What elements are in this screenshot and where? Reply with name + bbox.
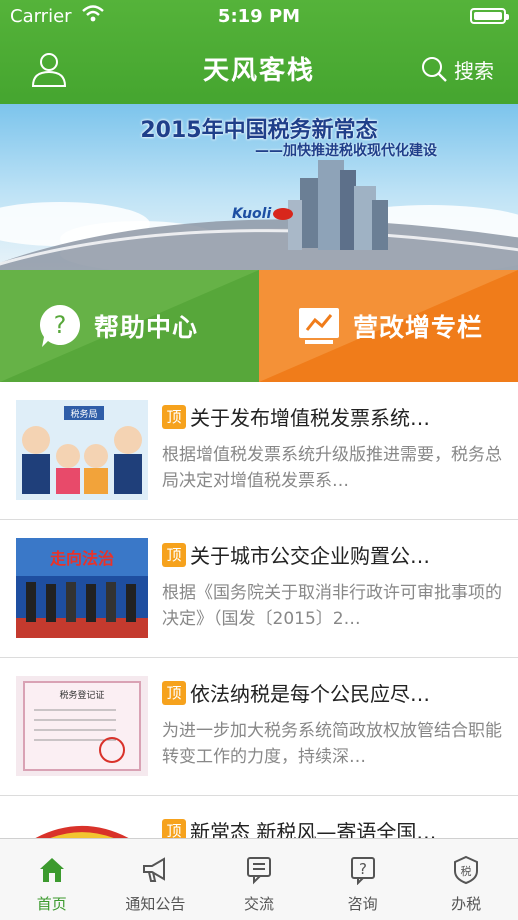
svg-text:税务局: 税务局 xyxy=(70,408,97,420)
search-label: 搜索 xyxy=(454,58,494,83)
news-thumbnail: 税务登记证 xyxy=(16,676,148,776)
tab-label: 办税 xyxy=(451,895,482,913)
vat-column-tile[interactable]: 营改增专栏 xyxy=(259,270,518,382)
navbar: 天风客栈 搜索 xyxy=(0,34,518,104)
promo-banner[interactable]: 2015年中国税务新常态 ——加快推进税收现代化建设 Kuoli xyxy=(0,104,518,270)
news-title: 顶 依法纳税是每个公民应尽… xyxy=(162,678,502,707)
tab-home[interactable]: 首页 xyxy=(0,839,104,920)
help-center-label: 帮助中心 xyxy=(94,313,199,342)
chart-board-icon xyxy=(299,308,339,344)
quick-tiles: ? 帮助中心 营改增专栏 xyxy=(0,270,518,382)
tab-label: 咨询 xyxy=(347,895,378,913)
status-time: 5:19 PM xyxy=(217,6,301,27)
vat-column-label: 营改增专栏 xyxy=(353,313,484,342)
top-badge: 顶 xyxy=(162,542,186,567)
tab-notices[interactable]: 通知公告 xyxy=(104,839,208,920)
news-summary: 根据《国务院关于取消非行政许可审批事项的决定》（国发〔2015〕2… xyxy=(162,583,502,629)
news-summary: 根据增值税发票系统升级版推进需要，税务总局决定对增值税发票系… xyxy=(162,445,502,491)
news-title: 顶 关于发布增值税发票系统… xyxy=(162,402,502,431)
svg-text:?: ? xyxy=(54,311,67,339)
tab-label: 交流 xyxy=(243,895,274,913)
tab-tax[interactable]: 税 办税 xyxy=(414,839,518,920)
chat-icon xyxy=(246,857,271,885)
banner-brand-logo: Kuoli xyxy=(232,206,294,222)
svg-text:?: ? xyxy=(359,860,367,878)
banner-subtitle: ——加快推进税收现代化建设 xyxy=(255,143,437,159)
list-item[interactable]: 走向法治 顶 关于城市公交企业购置公… 根据《国务院关于取消非行政许可审批事项的… xyxy=(0,520,518,658)
battery-icon xyxy=(470,8,509,24)
megaphone-icon xyxy=(143,857,166,882)
tab-label: 通知公告 xyxy=(125,895,186,913)
tab-exchange[interactable]: 交流 xyxy=(207,839,311,920)
svg-text:税: 税 xyxy=(461,864,472,878)
top-badge: 顶 xyxy=(162,680,186,705)
status-bar: Carrier 5:19 PM xyxy=(0,0,518,34)
tab-bar: 首页 通知公告 交流 ? 咨询 税 办税 xyxy=(0,838,518,920)
news-list: 税务局 顶 关于发布增值税发票系统… 根据增值税发票系统升级版推进需要，税务总局… xyxy=(0,382,518,838)
news-thumbnail xyxy=(16,814,148,838)
search-icon xyxy=(422,57,447,82)
top-badge: 顶 xyxy=(162,818,186,838)
news-thumbnail: 税务局 xyxy=(16,400,148,500)
help-bubble-icon: ? xyxy=(39,305,80,347)
svg-text:税务登记证: 税务登记证 xyxy=(59,689,104,701)
list-item[interactable]: 税务登记证 顶 依法纳税是每个公民应尽… 为进一步加大税务系统简政放权放管结合职… xyxy=(0,658,518,796)
home-icon xyxy=(39,858,64,882)
news-title: 顶 关于城市公交企业购置公… xyxy=(162,540,502,569)
tab-consult[interactable]: ? 咨询 xyxy=(311,839,415,920)
news-thumbnail: 走向法治 xyxy=(16,538,148,638)
tab-label: 首页 xyxy=(36,895,67,913)
top-badge: 顶 xyxy=(162,404,186,429)
tax-badge-icon: 税 xyxy=(454,855,479,885)
app-header: Carrier 5:19 PM 天风客栈 搜索 xyxy=(0,0,518,104)
news-title: 顶 新常态 新税风—寄语全国… xyxy=(162,816,502,838)
svg-text:走向法治: 走向法治 xyxy=(49,549,114,568)
search-button[interactable]: 搜索 xyxy=(420,54,494,84)
question-icon: ? xyxy=(350,857,375,885)
list-item[interactable]: 税务局 顶 关于发布增值税发票系统… 根据增值税发票系统升级版推进需要，税务总局… xyxy=(0,382,518,520)
help-center-tile[interactable]: ? 帮助中心 xyxy=(0,270,259,382)
list-item[interactable]: 顶 新常态 新税风—寄语全国… xyxy=(0,796,518,838)
news-summary: 为进一步加大税务系统简政放权放管结合职能转变工作的力度，持续深… xyxy=(162,721,502,767)
